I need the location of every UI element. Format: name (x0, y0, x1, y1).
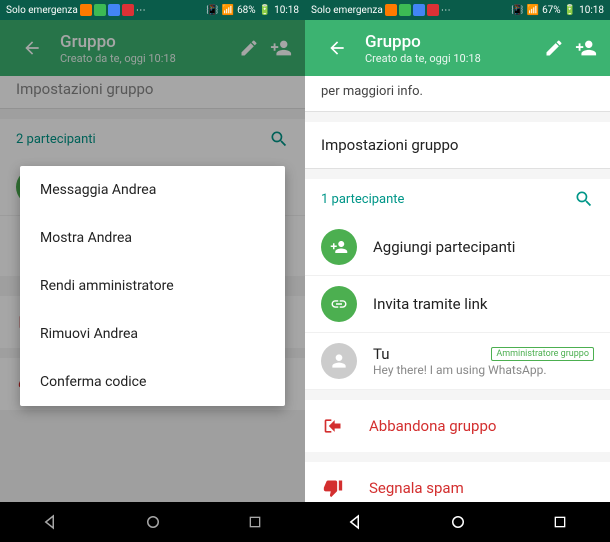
clock-label: 10:18 (274, 5, 299, 16)
vibrate-icon: 📳 (511, 5, 523, 16)
menu-make-admin[interactable]: Rendi amministratore (20, 262, 285, 310)
notif-icon (399, 4, 411, 16)
invite-link-label: Invita tramite link (373, 295, 594, 313)
notif-icon (80, 4, 92, 16)
participants-header: 1 partecipante (305, 179, 610, 219)
edit-icon[interactable] (542, 36, 566, 60)
status-network-label: Solo emergenza (311, 5, 383, 16)
notif-icon (94, 4, 106, 16)
participant-status: Hey there! I am using WhatsApp. (373, 363, 594, 377)
header-title: Gruppo (365, 32, 534, 52)
menu-confirm-code[interactable]: Conferma codice (20, 358, 285, 406)
avatar-icon (321, 343, 357, 379)
nav-back-icon[interactable] (347, 513, 365, 531)
notif-icon (385, 4, 397, 16)
search-icon[interactable] (574, 189, 594, 209)
participant-name: Tu (373, 345, 390, 363)
report-spam-row[interactable]: Segnala spam (305, 462, 610, 502)
leave-group-row[interactable]: Abbandona gruppo (305, 400, 610, 452)
participants-count: 1 partecipante (321, 192, 404, 207)
thumbs-down-icon (321, 478, 345, 498)
battery-icon: 🔋 (564, 5, 576, 16)
content-area: per maggiori info. Impostazioni gruppo 1… (305, 76, 610, 502)
notif-icon (427, 4, 439, 16)
battery-icon: 🔋 (259, 5, 271, 16)
vibrate-icon: 📳 (206, 5, 218, 16)
menu-remove[interactable]: Rimuovi Andrea (20, 310, 285, 358)
section-settings[interactable]: Impostazioni gruppo (305, 122, 610, 169)
back-icon[interactable] (325, 36, 349, 60)
notif-icon (122, 4, 134, 16)
status-bar: Solo emergenza ⋯ 📳 📶 67% 🔋 10:18 (305, 0, 610, 20)
context-menu: Messaggia Andrea Mostra Andrea Rendi amm… (20, 166, 285, 406)
invite-link-row[interactable]: Invita tramite link (305, 276, 610, 333)
status-bar: Solo emergenza ⋯ 📳 📶 68% 🔋 10:18 (0, 0, 305, 20)
more-icon: ⋯ (441, 5, 451, 16)
add-person-avatar-icon (321, 229, 357, 265)
clock-label: 10:18 (579, 5, 604, 16)
app-header: Gruppo Creato da te, oggi 10:18 (305, 20, 610, 76)
nav-recent-icon[interactable] (552, 514, 568, 530)
header-subtitle: Creato da te, oggi 10:18 (365, 52, 534, 65)
add-person-icon[interactable] (574, 36, 598, 60)
menu-show[interactable]: Mostra Andrea (20, 214, 285, 262)
notif-icon (108, 4, 120, 16)
battery-label: 67% (542, 5, 561, 16)
phone-right: Solo emergenza ⋯ 📳 📶 67% 🔋 10:18 Gruppo … (305, 0, 610, 542)
notif-icon (413, 4, 425, 16)
menu-message[interactable]: Messaggia Andrea (20, 166, 285, 214)
leave-group-label: Abbandona gruppo (369, 417, 496, 435)
wifi-icon: 📶 (527, 5, 539, 16)
exit-icon (321, 416, 345, 436)
phone-left: Solo emergenza ⋯ 📳 📶 68% 🔋 10:18 Gruppo … (0, 0, 305, 542)
android-nav-bar (305, 502, 610, 542)
add-participants-row[interactable]: Aggiungi partecipanti (305, 219, 610, 276)
wifi-icon: 📶 (222, 5, 234, 16)
participant-you-row[interactable]: Tu Amministratore gruppo Hey there! I am… (305, 333, 610, 390)
battery-label: 68% (237, 5, 256, 16)
admin-badge: Amministratore gruppo (491, 347, 594, 361)
link-icon (321, 286, 357, 322)
report-spam-label: Segnala spam (369, 479, 464, 497)
add-participants-label: Aggiungi partecipanti (373, 238, 594, 256)
nav-home-icon[interactable] (449, 513, 467, 531)
encryption-info: per maggiori info. (305, 76, 610, 112)
more-icon: ⋯ (136, 5, 146, 16)
status-network-label: Solo emergenza (6, 5, 78, 16)
